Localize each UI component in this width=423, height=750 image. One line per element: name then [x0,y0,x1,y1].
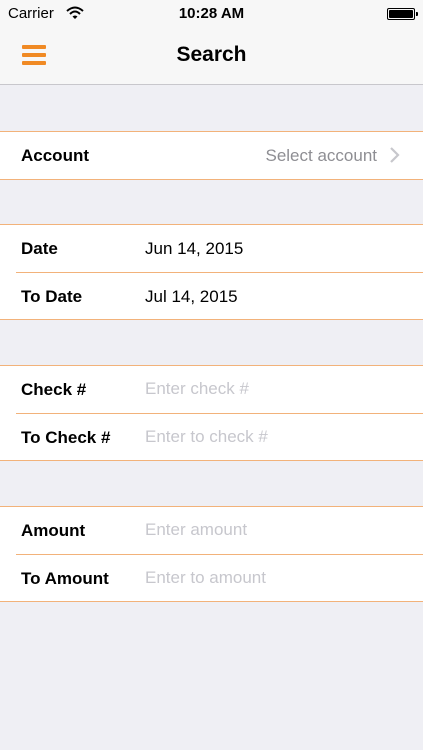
to-date-row[interactable]: To Date Jul 14, 2015 [16,272,423,319]
to-check-input[interactable] [145,424,405,450]
amount-section: Amount To Amount [0,506,423,602]
date-section: Date Jun 14, 2015 To Date Jul 14, 2015 [0,224,423,320]
amount-input[interactable] [145,517,405,543]
clock: 10:28 AM [178,5,245,22]
account-section: Account Select account [0,131,423,180]
page-title: Search [176,43,247,66]
check-label: Check # [21,380,87,399]
to-date-label: To Date [21,287,83,306]
status-bar: Carrier 10:28 AM [0,0,423,28]
to-check-row: To Check # [16,413,423,460]
amount-label: Amount [21,521,86,540]
account-label: Account [21,146,89,165]
date-label: Date [21,239,58,258]
to-amount-row: To Amount [16,554,423,601]
to-check-label: To Check # [21,428,111,447]
check-row: Check # [0,366,423,413]
to-amount-label: To Amount [21,569,109,588]
account-value: Select account [265,146,377,165]
amount-row: Amount [0,507,423,554]
to-amount-input[interactable] [145,565,405,591]
account-row[interactable]: Account Select account [0,132,423,179]
check-section: Check # To Check # [0,365,423,461]
chevron-right-icon [390,147,400,163]
check-input[interactable] [145,376,405,402]
date-row[interactable]: Date Jun 14, 2015 [0,225,423,272]
date-value[interactable]: Jun 14, 2015 [145,239,243,259]
to-date-value[interactable]: Jul 14, 2015 [145,287,238,307]
battery-icon [387,8,418,20]
navigation-bar: Search [0,28,423,85]
